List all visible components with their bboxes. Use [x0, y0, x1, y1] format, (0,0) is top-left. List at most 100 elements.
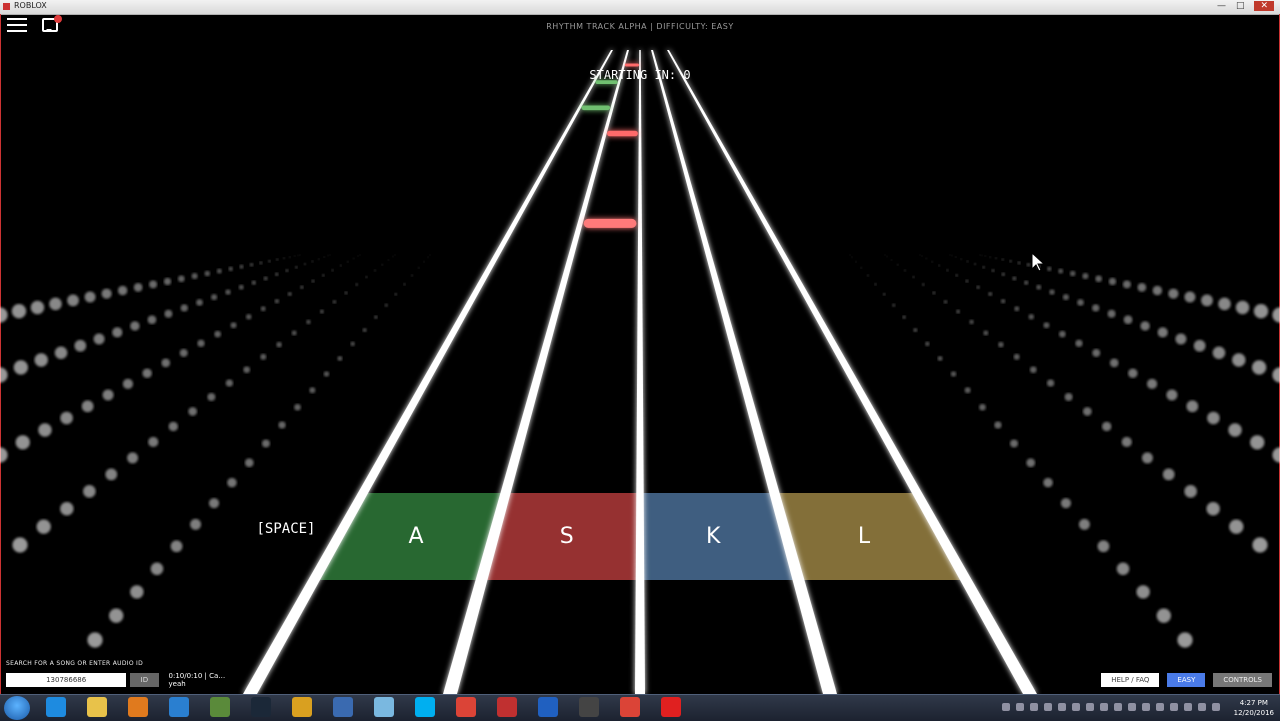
controls-button[interactable]: CONTROLS	[1213, 673, 1272, 687]
chrome-icon[interactable]	[456, 697, 476, 717]
floor-dot	[130, 585, 144, 599]
floor-dot	[1026, 262, 1031, 267]
skype-icon[interactable]	[415, 697, 435, 717]
floor-dot	[238, 284, 244, 290]
floor-dot	[890, 259, 893, 261]
floor-dot	[921, 255, 923, 257]
obs-icon[interactable]	[579, 697, 599, 717]
floor-dot	[1157, 327, 1168, 338]
floor-dot	[251, 280, 257, 285]
floor-dot	[1069, 270, 1076, 277]
floor-dot	[319, 309, 324, 314]
floor-dot	[973, 263, 977, 266]
floor-dot	[245, 314, 252, 320]
floor-dot	[951, 255, 953, 257]
floor-dot	[339, 264, 342, 267]
floor-dot	[163, 277, 172, 286]
floor-dot	[1122, 280, 1131, 289]
floor-dot	[384, 303, 388, 307]
lane-key-label: K	[706, 524, 721, 549]
floor-dot	[1201, 294, 1213, 307]
id-button[interactable]: ID	[130, 673, 159, 687]
bluestacks-icon[interactable]	[292, 697, 312, 717]
floor-dot	[902, 315, 906, 319]
windows-store-icon[interactable]	[46, 697, 66, 717]
floor-dot	[274, 298, 280, 304]
floor-dot	[352, 257, 355, 260]
floor-dot	[1036, 284, 1042, 290]
difficulty-button[interactable]: EASY	[1167, 673, 1206, 687]
floor-dot	[1251, 360, 1267, 375]
floor-dot	[259, 261, 263, 265]
steam-icon[interactable]	[251, 697, 271, 717]
floor-dot	[344, 291, 348, 295]
roblox-taskbar-icon[interactable]	[661, 697, 681, 717]
floor-dot	[355, 283, 359, 286]
lane-key-label: S	[560, 524, 574, 549]
help-faq-button[interactable]: HELP / FAQ	[1101, 673, 1160, 687]
floor-dot	[311, 260, 314, 263]
floor-dot	[168, 421, 179, 432]
floor-dot	[1078, 518, 1090, 530]
floor-dot	[874, 283, 877, 286]
taskbar-clock[interactable]: 4:27 PM 12/20/2016	[1234, 698, 1274, 718]
floor-dot	[896, 263, 899, 266]
floor-dot	[331, 269, 334, 272]
file-explorer-icon[interactable]	[87, 697, 107, 717]
floor-dot	[1218, 297, 1231, 311]
lock-app-icon[interactable]	[333, 697, 353, 717]
floor-dot	[995, 257, 997, 260]
floor-dot	[1232, 353, 1246, 367]
start-button-icon[interactable]	[4, 696, 30, 720]
floor-dot	[392, 256, 394, 258]
minecraft-icon[interactable]	[210, 697, 230, 717]
floor-dot	[1029, 366, 1037, 374]
floor-dot	[318, 258, 320, 260]
space-key-label: [SPACE]	[256, 521, 315, 537]
floor-dot	[1058, 268, 1064, 274]
floor-dot	[1272, 367, 1280, 383]
floor-dot	[964, 387, 971, 394]
floor-dot	[323, 371, 330, 377]
notepad-icon[interactable]	[374, 697, 394, 717]
floor-dot	[1141, 452, 1153, 464]
floor-dot	[994, 421, 1002, 429]
gmod-icon[interactable]	[538, 697, 558, 717]
floor-dot	[148, 436, 159, 448]
floor-dot	[74, 339, 87, 352]
stick-figure-app-icon[interactable]	[497, 697, 517, 717]
floor-dot	[423, 261, 425, 263]
chrome-window-icon[interactable]	[620, 697, 640, 717]
floor-dot	[1028, 314, 1035, 320]
floor-dot	[1207, 411, 1220, 425]
floor-dot	[30, 300, 45, 315]
audio-id-input[interactable]	[6, 673, 127, 687]
floor-dot	[357, 255, 359, 257]
floor-dot	[1049, 289, 1055, 295]
floor-dot	[1116, 562, 1130, 576]
system-tray[interactable]	[1002, 703, 1220, 711]
floor-dot	[147, 315, 157, 325]
floor-dot	[93, 333, 105, 345]
floor-dot	[13, 360, 29, 375]
floor-dot	[976, 285, 980, 290]
floor-dot	[276, 341, 282, 348]
internet-explorer-icon[interactable]	[169, 697, 189, 717]
floor-dot	[1012, 276, 1017, 281]
floor-dot	[102, 389, 114, 401]
floor-dot	[1001, 272, 1006, 277]
floor-dot	[227, 477, 237, 488]
floor-dot	[919, 254, 921, 256]
clock-date: 12/20/2016	[1233, 709, 1274, 717]
floor-dot	[337, 356, 343, 361]
floor-dot	[982, 265, 985, 269]
floor-dot	[263, 276, 268, 281]
media-player-icon[interactable]	[128, 697, 148, 717]
floor-dot	[1047, 266, 1052, 272]
floor-dot	[309, 387, 316, 394]
floor-dot	[1137, 282, 1147, 292]
floor-dot	[239, 264, 244, 269]
floor-dot	[0, 447, 8, 463]
floor-dot	[38, 423, 52, 437]
floor-dot	[150, 562, 164, 576]
